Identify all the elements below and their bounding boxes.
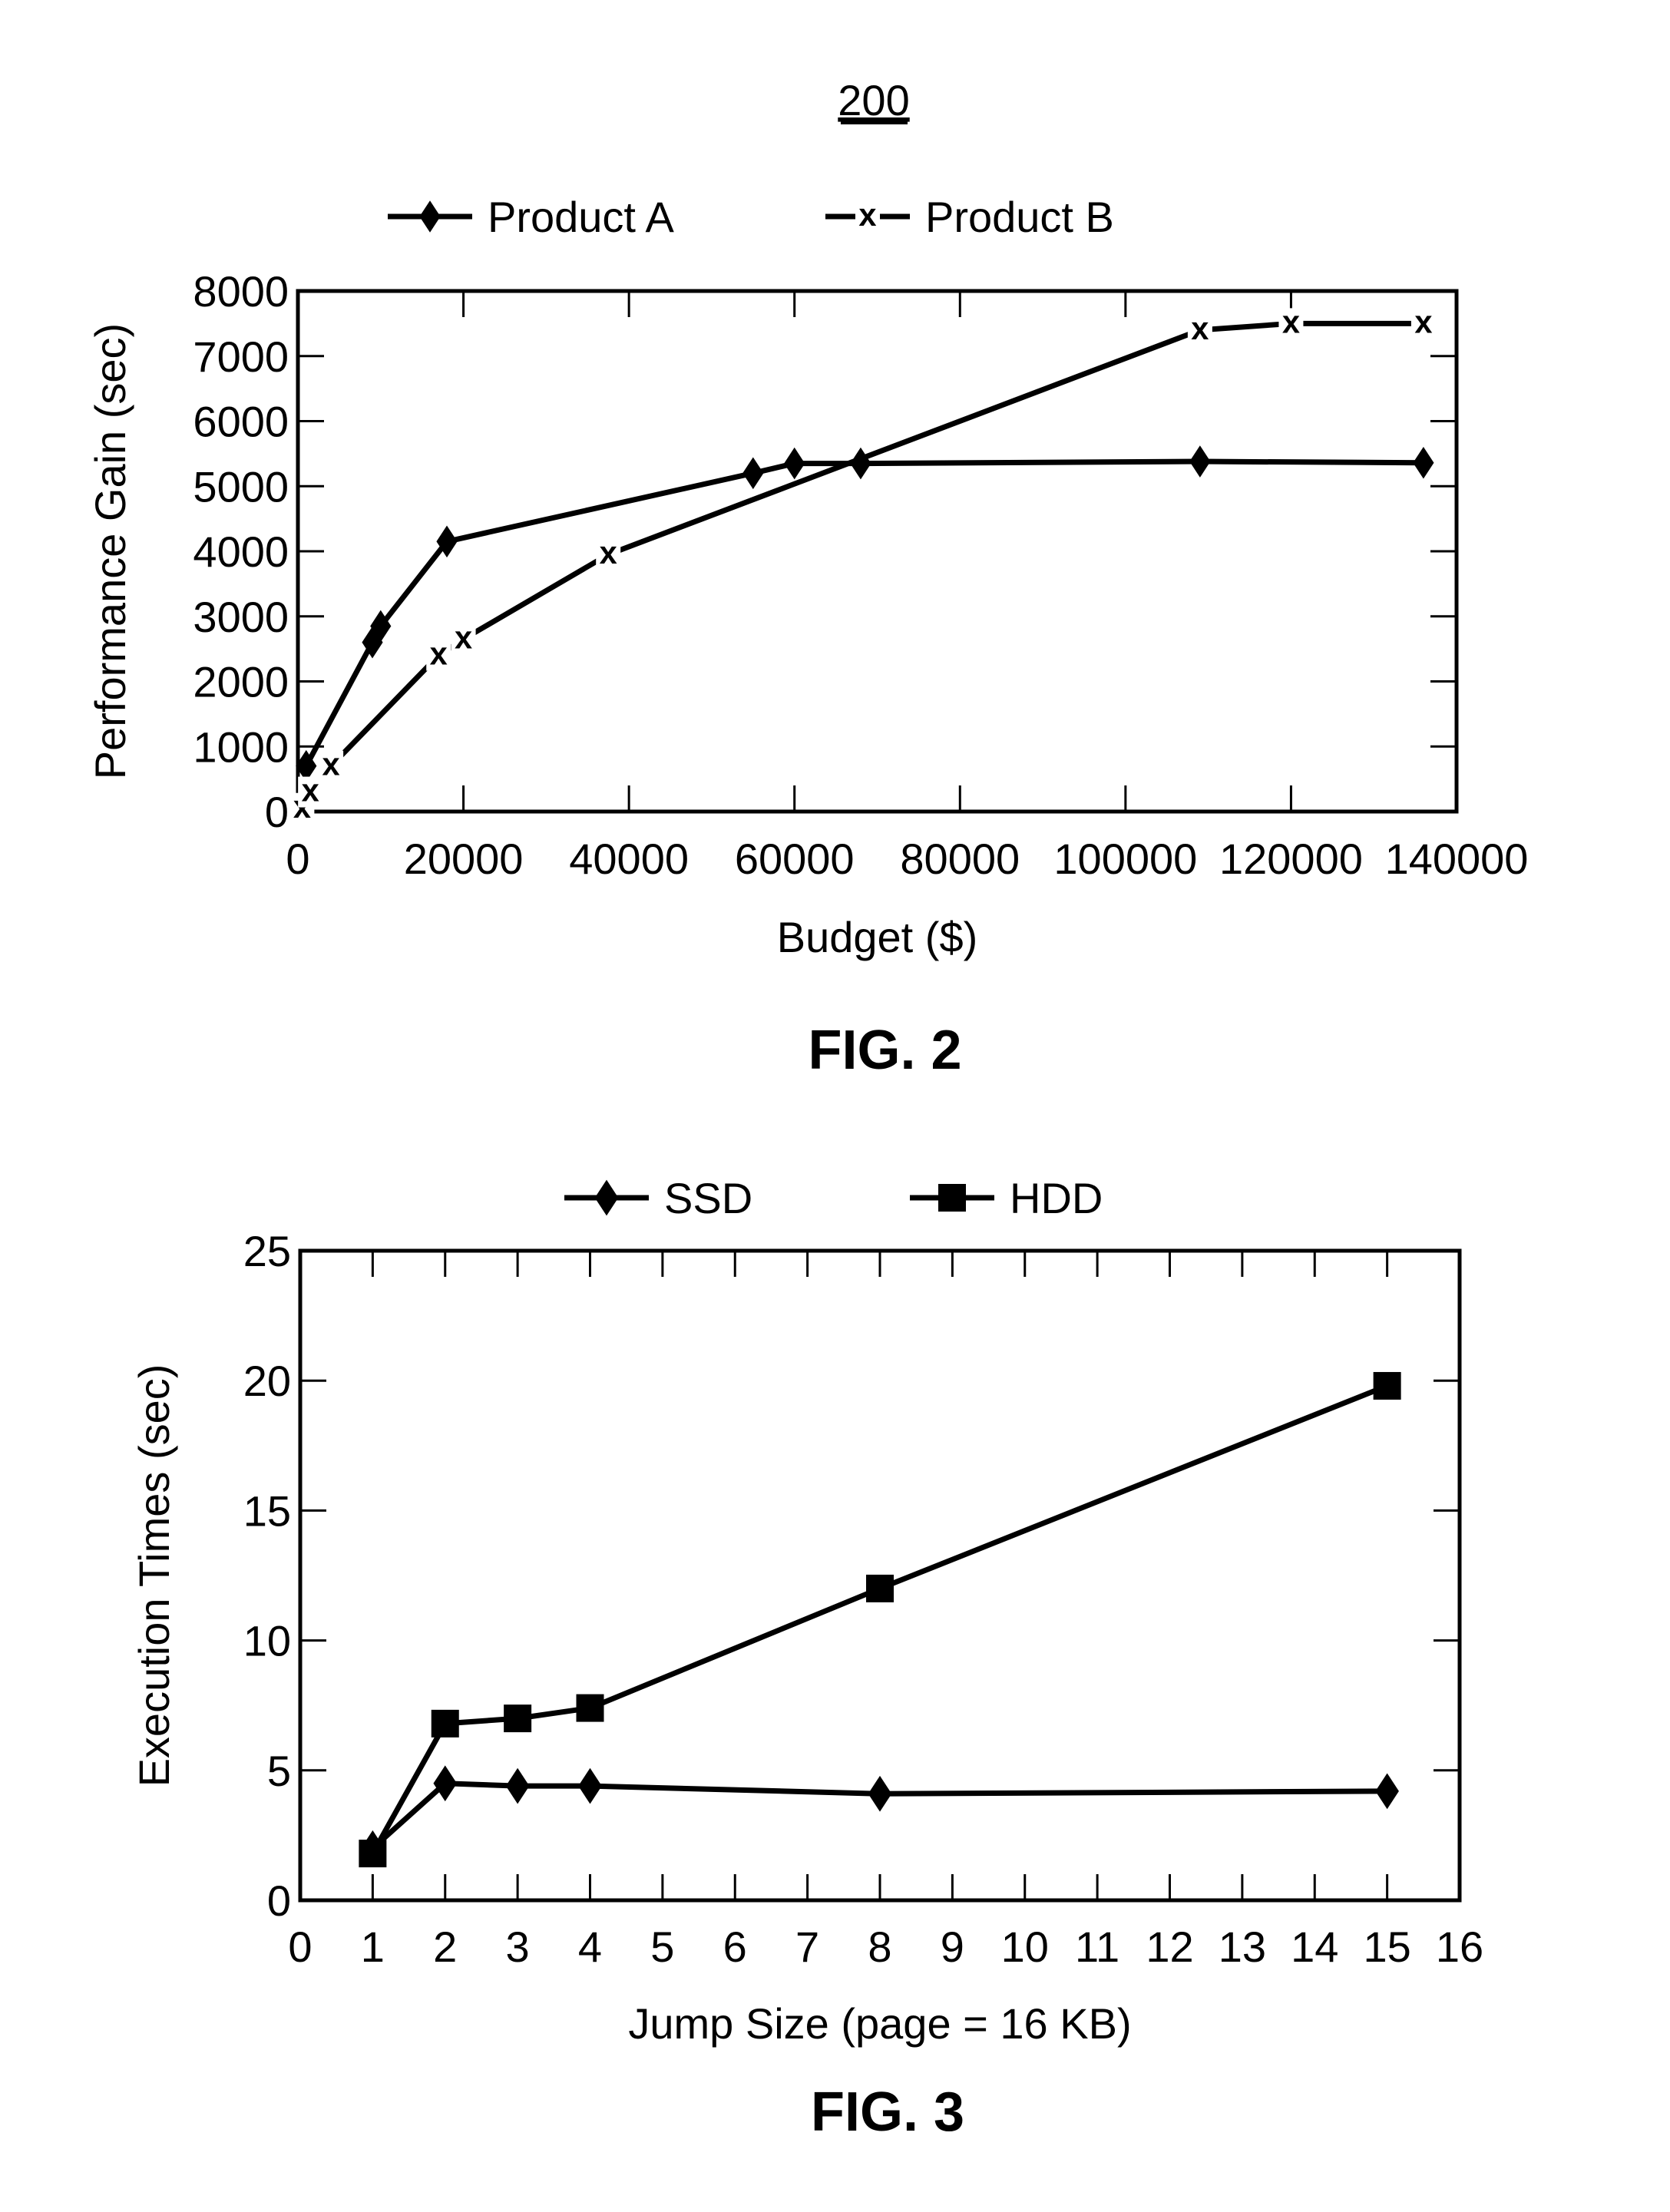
figure-caption: FIG. 3 (811, 2081, 964, 2143)
figure-caption: FIG. 2 (808, 1020, 961, 1081)
legend-marker-diamond-icon (419, 200, 441, 233)
y-tick-label: 1000 (193, 722, 289, 771)
data-point-marker (868, 1775, 892, 1812)
data-point-marker (784, 447, 805, 480)
y-tick-label: 4000 (193, 527, 289, 576)
plot-frame (296, 289, 1459, 814)
data-point-marker (1413, 446, 1434, 479)
x-tick-label: 60000 (735, 835, 855, 883)
data-point-marker: x (322, 746, 340, 782)
data-point-marker: x (1282, 303, 1300, 339)
y-tick-label: 2000 (193, 658, 289, 706)
legend-label: HDD (1010, 1174, 1103, 1222)
y-tick-label: 20 (243, 1357, 291, 1405)
legend-marker-square-icon (938, 1184, 966, 1212)
y-axis-label: Performance Gain (sec) (86, 323, 134, 779)
x-tick-label: 2 (433, 1923, 457, 1971)
x-tick-label: 7 (795, 1923, 819, 1971)
x-axis-label: Budget ($) (777, 913, 978, 961)
legend-label: Product A (488, 193, 674, 241)
x-tick-label: 10 (1001, 1923, 1049, 1971)
y-tick-label: 5 (267, 1747, 291, 1795)
legend-marker-x-icon: x (858, 197, 876, 233)
x-tick-label: 5 (650, 1923, 674, 1971)
x-tick-label: 1 (361, 1923, 385, 1971)
data-point-marker: x (1191, 310, 1209, 346)
x-tick-label: 16 (1436, 1923, 1483, 1971)
data-point-marker (578, 1767, 602, 1804)
y-tick-label: 25 (243, 1227, 291, 1275)
y-tick-label: 3000 (193, 593, 289, 641)
chart-fig3: 0 1 2 3 4 5 6 7 8 9 10 11 12 13 14 15 160510152025Jump S… (130, 1174, 1483, 2143)
chart-fig2: 0 20000 40000 60000 80000 100000 120000 140000 0… (86, 193, 1528, 1081)
series-line (299, 320, 1424, 810)
x-axis-label: Jump Size (page = 16 KB) (628, 1999, 1131, 2048)
legend-label: SSD (664, 1174, 752, 1222)
x-tick-label: 0 (288, 1923, 312, 1971)
x-tick-label: 8 (868, 1923, 891, 1971)
x-tick-label: 6 (723, 1923, 747, 1971)
y-tick-label: 0 (267, 1876, 291, 1925)
x-tick-label: 3 (506, 1923, 530, 1971)
data-point-marker (576, 1694, 604, 1722)
series-ssd (361, 1765, 1399, 1866)
y-tick-label: 5000 (193, 462, 289, 511)
x-tick-label: 0 (286, 835, 309, 883)
x-tick-label: 100000 (1053, 835, 1197, 883)
series-product-a (296, 445, 1434, 782)
data-point-marker (1373, 1371, 1401, 1400)
data-point-marker: x (430, 636, 448, 672)
x-tick-label: 13 (1219, 1923, 1266, 1971)
data-point-marker (1375, 1773, 1399, 1810)
x-tick-label: 20000 (404, 835, 524, 883)
data-point-marker (866, 1574, 894, 1602)
x-tick-label: 80000 (900, 835, 1020, 883)
data-point-marker: x (302, 772, 319, 808)
series-line (303, 458, 1424, 768)
series-product-b: xxxxxxxxx (289, 303, 1436, 825)
x-tick-label: 140000 (1385, 835, 1529, 883)
y-tick-label: 7000 (193, 332, 289, 381)
data-point-marker (504, 1704, 532, 1733)
data-point-marker: x (455, 619, 472, 655)
data-point-marker (1189, 445, 1211, 478)
y-tick-label: 6000 (193, 398, 289, 446)
x-tick-label: 14 (1291, 1923, 1338, 1971)
x-tick-label: 11 (1075, 1923, 1119, 1971)
data-point-marker (359, 1840, 387, 1868)
y-tick-label: 10 (243, 1617, 291, 1665)
x-tick-label: 12 (1146, 1923, 1193, 1971)
legend-label: Product B (925, 193, 1114, 241)
y-tick-label: 0 (265, 788, 289, 836)
x-tick-label: 9 (941, 1923, 964, 1971)
data-point-marker: x (1414, 303, 1432, 339)
data-point-marker: x (600, 534, 617, 570)
data-point-marker (505, 1767, 530, 1804)
x-tick-label: 4 (578, 1923, 602, 1971)
y-tick-label: 8000 (193, 267, 289, 316)
y-tick-label: 15 (243, 1486, 291, 1535)
legend-marker-diamond-icon (594, 1179, 619, 1216)
x-tick-label: 15 (1363, 1923, 1410, 1971)
x-tick-label: 40000 (569, 835, 689, 883)
x-tick-label: 120000 (1219, 835, 1363, 883)
y-axis-label: Execution Times (sec) (130, 1364, 178, 1787)
figure-reference-number: 200 (838, 76, 909, 124)
data-point-marker (742, 457, 764, 490)
data-point-marker (431, 1709, 459, 1738)
patent-figure-sheet: 200 0 20000 40000 60000 80000 100000 120000 140… (86, 76, 1528, 2143)
data-point-marker (433, 1765, 458, 1802)
